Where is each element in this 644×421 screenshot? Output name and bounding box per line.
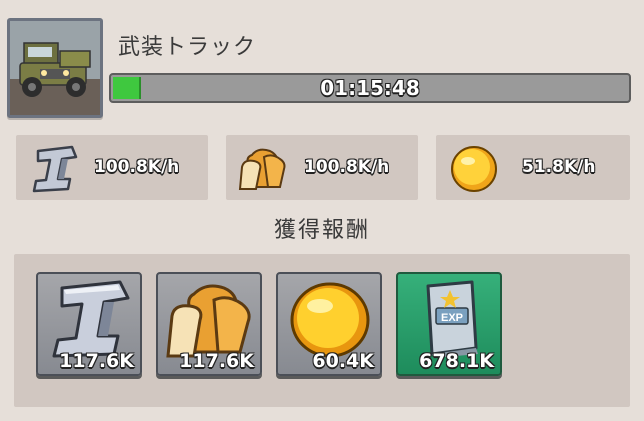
rewards-panel: 117.6K 117.6K 60.4K EXP 678.1K (14, 254, 630, 407)
truck-icon (10, 21, 100, 115)
svg-text:EXP: EXP (441, 312, 463, 324)
timer-progress-bar: 01:15:48 (109, 73, 631, 103)
bread-icon (166, 284, 251, 358)
reward-card-coin[interactable]: 60.4K (276, 272, 382, 376)
rewards-title: 獲得報酬 (273, 218, 370, 243)
iron-ingot-icon (32, 145, 78, 193)
reward-card-bread[interactable]: 117.6K (156, 272, 262, 376)
rate-value: 100.8K/h (94, 157, 180, 177)
reward-card-exp[interactable]: EXP 678.1K (396, 272, 502, 376)
gold-coin-icon (290, 282, 370, 358)
bread-icon (238, 148, 286, 190)
reward-amount: 117.6K (59, 350, 134, 372)
timer-text: 01:15:48 (320, 76, 420, 100)
rate-coin: 51.8K/h (436, 135, 630, 200)
reward-card-iron[interactable]: 117.6K (36, 272, 142, 376)
reward-amount: 678.1K (419, 350, 494, 372)
rate-bread: 100.8K/h (226, 135, 418, 200)
unit-name: 武装トラック (118, 35, 257, 60)
reward-amount: 60.4K (312, 350, 374, 372)
rate-value: 100.8K/h (304, 157, 390, 177)
rate-value: 51.8K/h (522, 157, 596, 177)
iron-ingot-icon (52, 280, 130, 358)
gold-coin-icon (451, 146, 497, 192)
reward-amount: 117.6K (179, 350, 254, 372)
armored-truck-portrait[interactable] (7, 18, 103, 118)
exp-book-icon: EXP (426, 280, 478, 358)
rate-iron: 100.8K/h (16, 135, 208, 200)
